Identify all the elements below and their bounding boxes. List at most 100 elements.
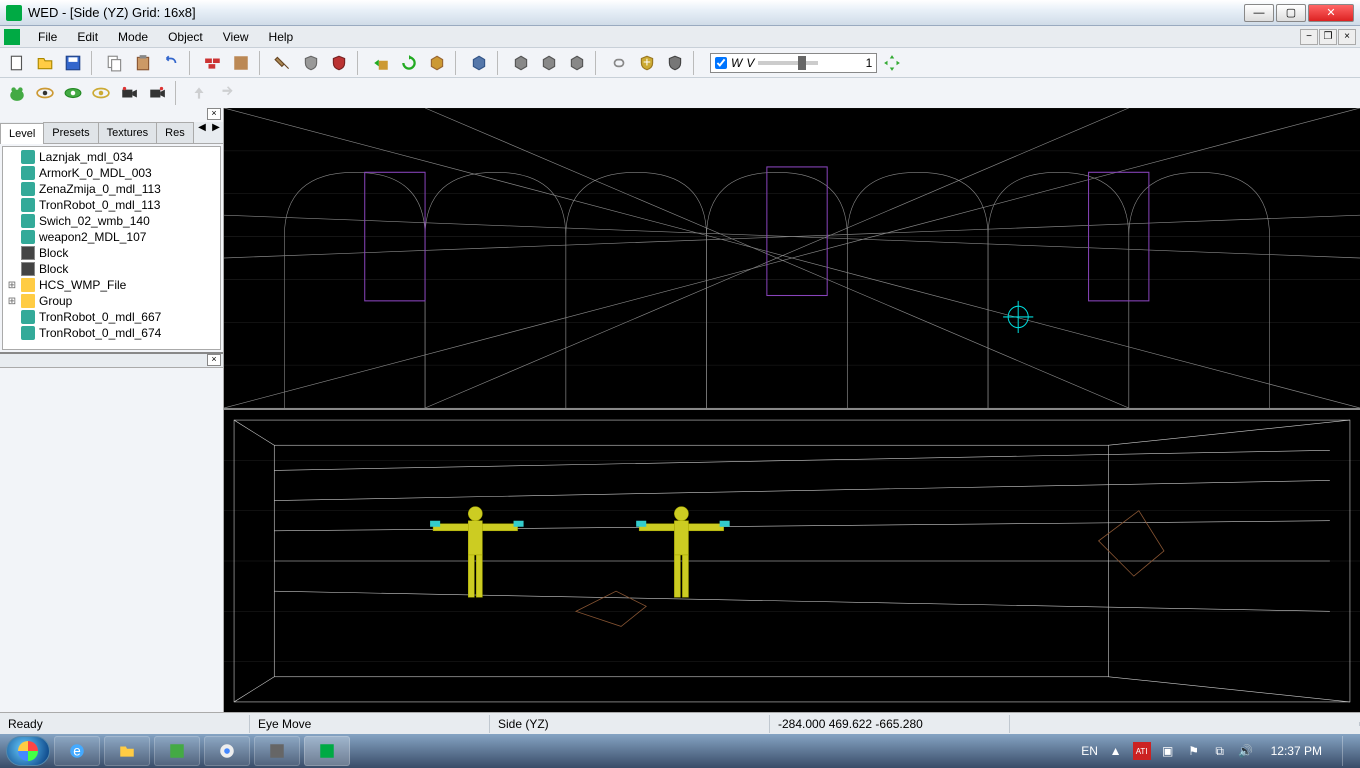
tray-up-icon[interactable]: ▲	[1107, 742, 1125, 760]
camera-red1-button[interactable]	[116, 80, 142, 106]
tree-item[interactable]: ⊞Group	[3, 293, 220, 309]
shield-dark-button[interactable]	[662, 50, 688, 76]
tray-flag-icon[interactable]: ⚑	[1185, 742, 1203, 760]
taskbar-chrome[interactable]	[204, 736, 250, 766]
tab-scroll-left[interactable]: ◀	[195, 122, 209, 143]
viewport-bottom[interactable]	[224, 410, 1360, 712]
minimize-button[interactable]: —	[1244, 4, 1274, 22]
open-button[interactable]	[32, 50, 58, 76]
tree-item-label: HCS_WMP_File	[39, 278, 126, 292]
mdl-icon	[21, 182, 35, 196]
close-button[interactable]: ✕	[1308, 4, 1354, 22]
tree-item[interactable]: TronRobot_0_mdl_674	[3, 325, 220, 341]
svg-text:+: +	[643, 54, 651, 69]
shield-plus-button[interactable]: +	[634, 50, 660, 76]
menu-file[interactable]: File	[28, 27, 67, 47]
tray-volume-icon[interactable]: 🔊	[1237, 742, 1255, 760]
mdl-icon	[21, 326, 35, 340]
taskbar-app1[interactable]	[154, 736, 200, 766]
cube-blue-button[interactable]	[466, 50, 492, 76]
cube-orange-button[interactable]	[424, 50, 450, 76]
eye-button[interactable]	[32, 80, 58, 106]
tray-ati-icon[interactable]: ATI	[1133, 742, 1151, 760]
tray-camera-icon[interactable]: ▣	[1159, 742, 1177, 760]
taskbar-wed[interactable]	[304, 736, 350, 766]
tray-lang[interactable]: EN	[1081, 742, 1099, 760]
camera-red2-button[interactable]	[144, 80, 170, 106]
menu-edit[interactable]: Edit	[67, 27, 108, 47]
tree-item[interactable]: Laznjak_mdl_034	[3, 149, 220, 165]
tree-item[interactable]: ⊞HCS_WMP_File	[3, 277, 220, 293]
bricks-button[interactable]	[200, 50, 226, 76]
side-panel-tabs: Level Presets Textures Res ◀▶	[0, 122, 223, 144]
move-arrows-button[interactable]	[879, 50, 905, 76]
tab-scroll-right[interactable]: ▶	[209, 122, 223, 143]
svg-text:e: e	[73, 744, 81, 759]
arrow-up-gray-button[interactable]	[186, 80, 212, 106]
tab-presets[interactable]: Presets	[43, 122, 98, 143]
tab-level[interactable]: Level	[0, 123, 44, 144]
level-tree[interactable]: Laznjak_mdl_034ArmorK_0_MDL_003ZenaZmija…	[2, 146, 221, 350]
copy-button[interactable]	[102, 50, 128, 76]
taskbar-ie[interactable]: e	[54, 736, 100, 766]
paste-button[interactable]	[130, 50, 156, 76]
cube-gray1-button[interactable]	[508, 50, 534, 76]
link-button[interactable]	[606, 50, 632, 76]
cube-gray2-button[interactable]	[536, 50, 562, 76]
tree-item[interactable]: TronRobot_0_mdl_113	[3, 197, 220, 213]
status-ready: Ready	[0, 715, 250, 733]
eye-yellow-button[interactable]	[88, 80, 114, 106]
tree-item-label: weapon2_MDL_107	[39, 230, 146, 244]
window-title: WED - [Side (YZ) Grid: 16x8]	[28, 5, 1244, 20]
frog-green-button[interactable]	[4, 80, 30, 106]
cube-green-arrow-button[interactable]	[368, 50, 394, 76]
menu-mode[interactable]: Mode	[108, 27, 158, 47]
tree-item-label: Block	[39, 262, 68, 276]
tab-textures[interactable]: Textures	[98, 122, 158, 143]
viewport-area	[224, 108, 1360, 712]
side-panel-close-button[interactable]: ×	[207, 108, 221, 120]
tree-item[interactable]: Swich_02_wmb_140	[3, 213, 220, 229]
mdi-close-button[interactable]: ×	[1338, 29, 1356, 45]
cube-gray3-button[interactable]	[564, 50, 590, 76]
undo-button[interactable]	[158, 50, 184, 76]
taskbar-app2[interactable]	[254, 736, 300, 766]
tray-clock[interactable]: 12:37 PM	[1263, 744, 1330, 758]
tree-item[interactable]: ArmorK_0_MDL_003	[3, 165, 220, 181]
tree-item-label: Swich_02_wmb_140	[39, 214, 150, 228]
w-field[interactable]: W V	[710, 53, 877, 73]
tree-item[interactable]: ZenaZmija_0_mdl_113	[3, 181, 220, 197]
menu-help[interactable]: Help	[259, 27, 304, 47]
taskbar-explorer[interactable]	[104, 736, 150, 766]
mdi-minimize-button[interactable]: −	[1300, 29, 1318, 45]
shield-red-button[interactable]	[326, 50, 352, 76]
mdi-restore-button[interactable]: ❐	[1319, 29, 1337, 45]
tab-resources[interactable]: Res	[156, 122, 194, 143]
w-slider[interactable]	[758, 61, 818, 65]
save-button[interactable]	[60, 50, 86, 76]
new-button[interactable]	[4, 50, 30, 76]
arrow-swap-gray-button[interactable]	[214, 80, 240, 106]
tray-network-icon[interactable]: ⧉	[1211, 742, 1229, 760]
maximize-button[interactable]: ▢	[1276, 4, 1306, 22]
hammer-button[interactable]	[270, 50, 296, 76]
menu-view[interactable]: View	[213, 27, 259, 47]
refresh-green-button[interactable]	[396, 50, 422, 76]
tree-item[interactable]: weapon2_MDL_107	[3, 229, 220, 245]
viewport-top[interactable]	[224, 108, 1360, 410]
menu-object[interactable]: Object	[158, 27, 213, 47]
w-label: W	[731, 56, 742, 70]
start-button[interactable]	[6, 736, 50, 766]
side-panel-bottom-close[interactable]: ×	[207, 354, 221, 366]
tree-item[interactable]: TronRobot_0_mdl_667	[3, 309, 220, 325]
show-desktop-button[interactable]	[1342, 736, 1354, 766]
side-panel-bottom: ×	[0, 352, 223, 712]
w-checkbox[interactable]	[715, 57, 727, 69]
texture-button[interactable]	[228, 50, 254, 76]
eye-green-button[interactable]	[60, 80, 86, 106]
secondary-toolbar	[0, 78, 1360, 108]
tree-item[interactable]: Block	[3, 245, 220, 261]
w-value-field[interactable]	[822, 56, 872, 70]
tree-item[interactable]: Block	[3, 261, 220, 277]
shield-gray-button[interactable]	[298, 50, 324, 76]
